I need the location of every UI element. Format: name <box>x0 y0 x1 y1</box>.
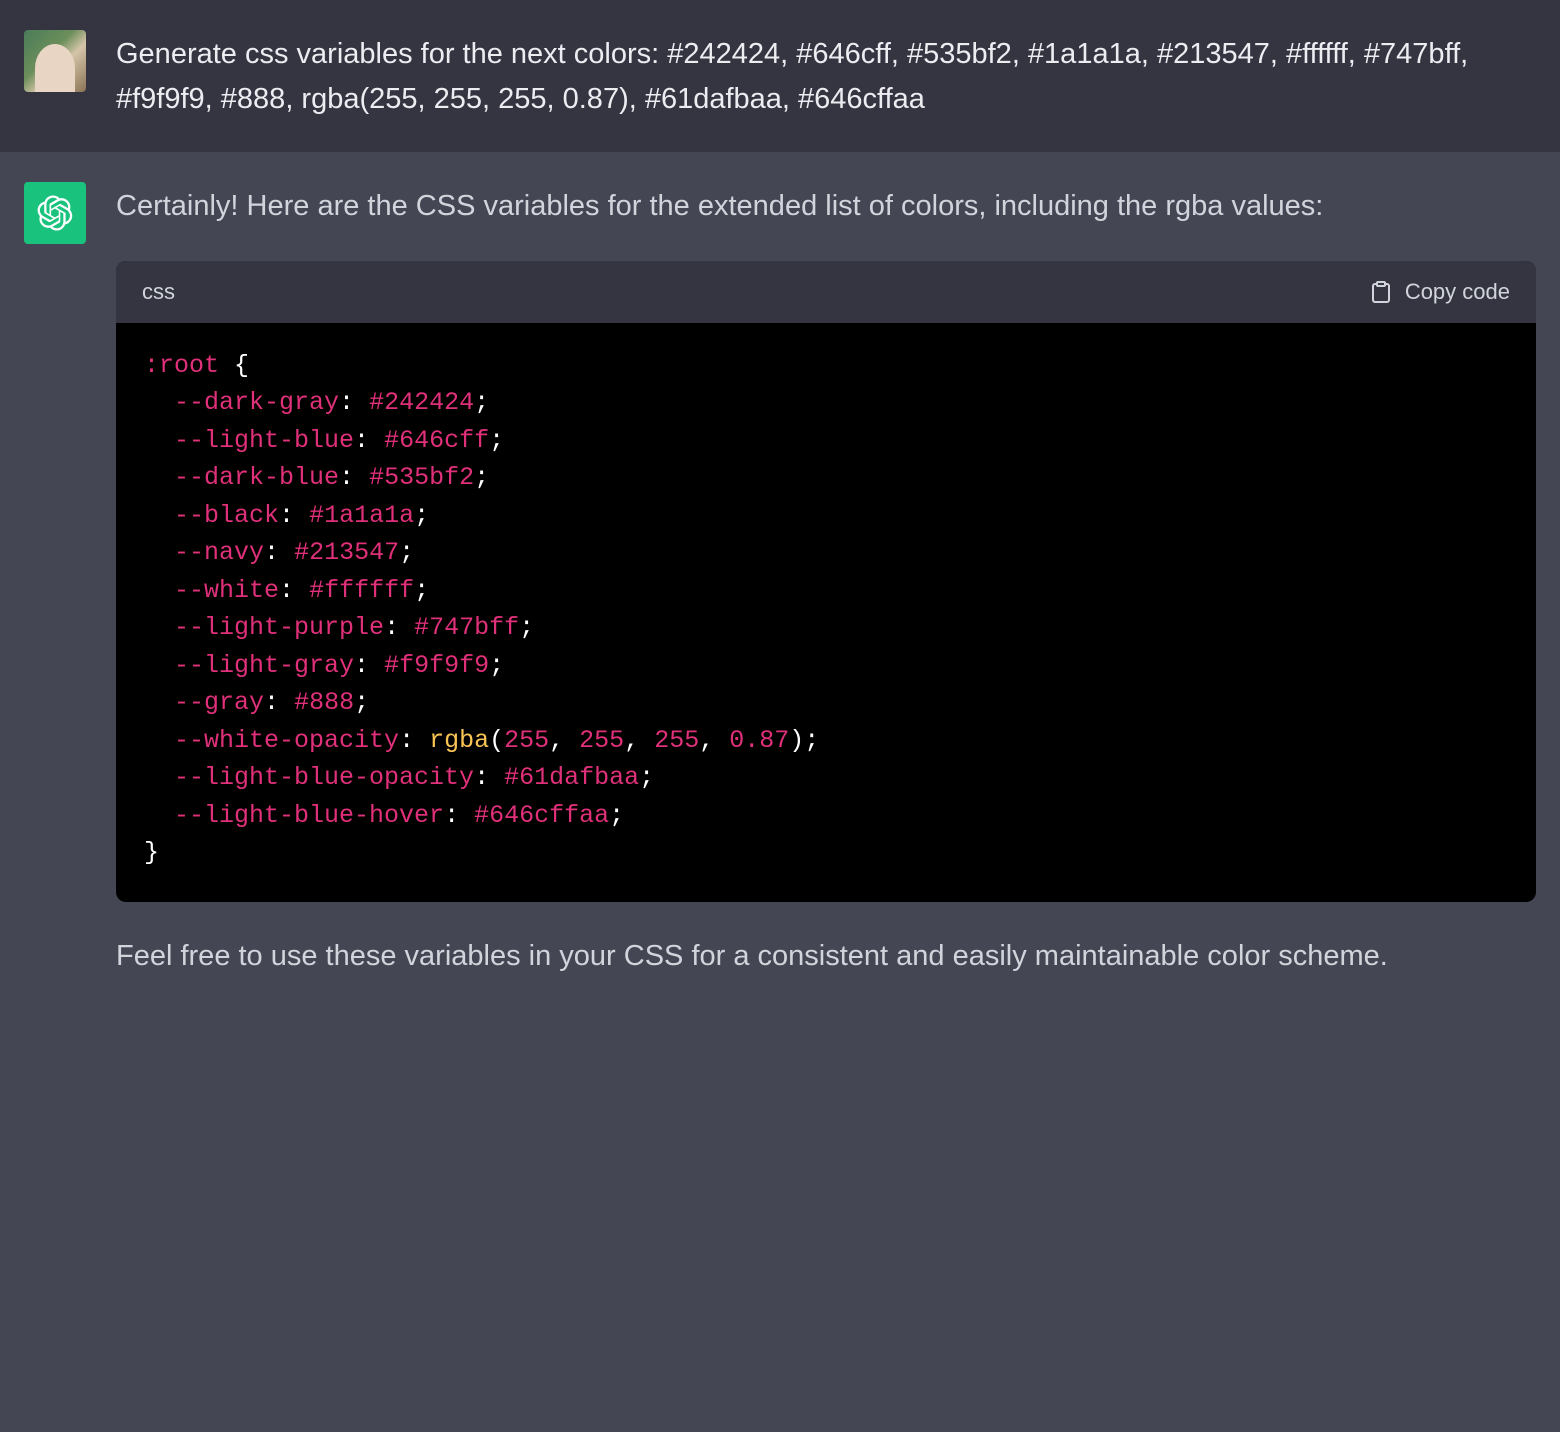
copy-code-button[interactable]: Copy code <box>1369 275 1510 309</box>
assistant-avatar <box>24 182 86 244</box>
copy-code-label: Copy code <box>1405 275 1510 309</box>
code-header: css Copy code <box>116 261 1536 323</box>
code-language-label: css <box>142 275 175 309</box>
assistant-message: Certainly! Here are the CSS variables fo… <box>0 152 1560 1009</box>
assistant-content: Certainly! Here are the CSS variables fo… <box>116 182 1536 979</box>
user-avatar <box>24 30 86 92</box>
user-message: Generate css variables for the next colo… <box>0 0 1560 152</box>
openai-logo-icon <box>37 195 73 231</box>
code-block: css Copy code :root { --dark-gray: #2424… <box>116 261 1536 902</box>
clipboard-icon <box>1369 280 1393 304</box>
code-body[interactable]: :root { --dark-gray: #242424; --light-bl… <box>116 323 1536 902</box>
assistant-intro-text: Certainly! Here are the CSS variables fo… <box>116 184 1536 229</box>
user-prompt-text: Generate css variables for the next colo… <box>116 30 1536 122</box>
assistant-outro-text: Feel free to use these variables in your… <box>116 934 1536 979</box>
